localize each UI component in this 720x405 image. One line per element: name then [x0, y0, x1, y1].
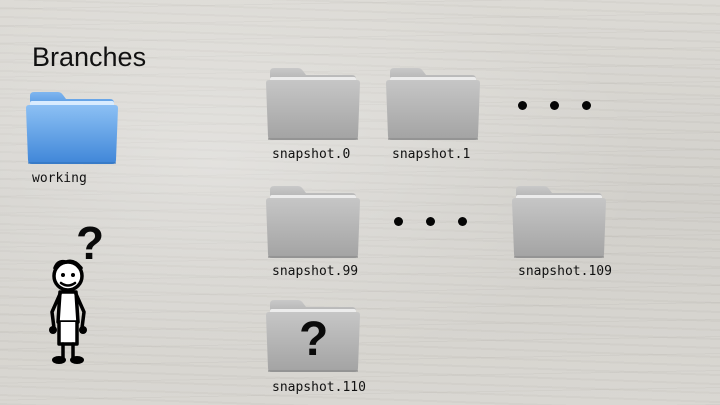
snapshot-folder-icon[interactable]: [510, 184, 608, 260]
snapshot-label: snapshot.110: [272, 380, 366, 395]
snapshot-folder-icon[interactable]: [264, 184, 362, 260]
working-folder-icon[interactable]: [24, 90, 120, 166]
snapshot-folder-icon[interactable]: [384, 66, 482, 142]
slide-title: Branches: [32, 42, 147, 72]
ellipsis-row-2: [394, 217, 467, 226]
question-mark-icon: ?: [299, 313, 329, 366]
snapshot-folder-icon[interactable]: [264, 66, 362, 142]
snapshot-label: snapshot.99: [272, 264, 359, 279]
ellipsis-dot: [582, 101, 591, 110]
ellipsis-dot: [458, 217, 467, 226]
stick-figure-confused-icon: [40, 256, 100, 368]
snapshot-label: snapshot.1: [392, 147, 471, 162]
ellipsis-dot: [550, 101, 559, 110]
snapshot-label: snapshot.0: [272, 147, 351, 162]
working-folder-label: working: [32, 171, 87, 186]
ellipsis-dot: [394, 217, 403, 226]
ellipsis-row-1: [518, 101, 591, 110]
snapshot-label: snapshot.109: [518, 264, 612, 279]
ellipsis-dot: [426, 217, 435, 226]
ellipsis-dot: [518, 101, 527, 110]
slide: Branches working snapshot.0 snapshot.1 s…: [0, 0, 720, 405]
